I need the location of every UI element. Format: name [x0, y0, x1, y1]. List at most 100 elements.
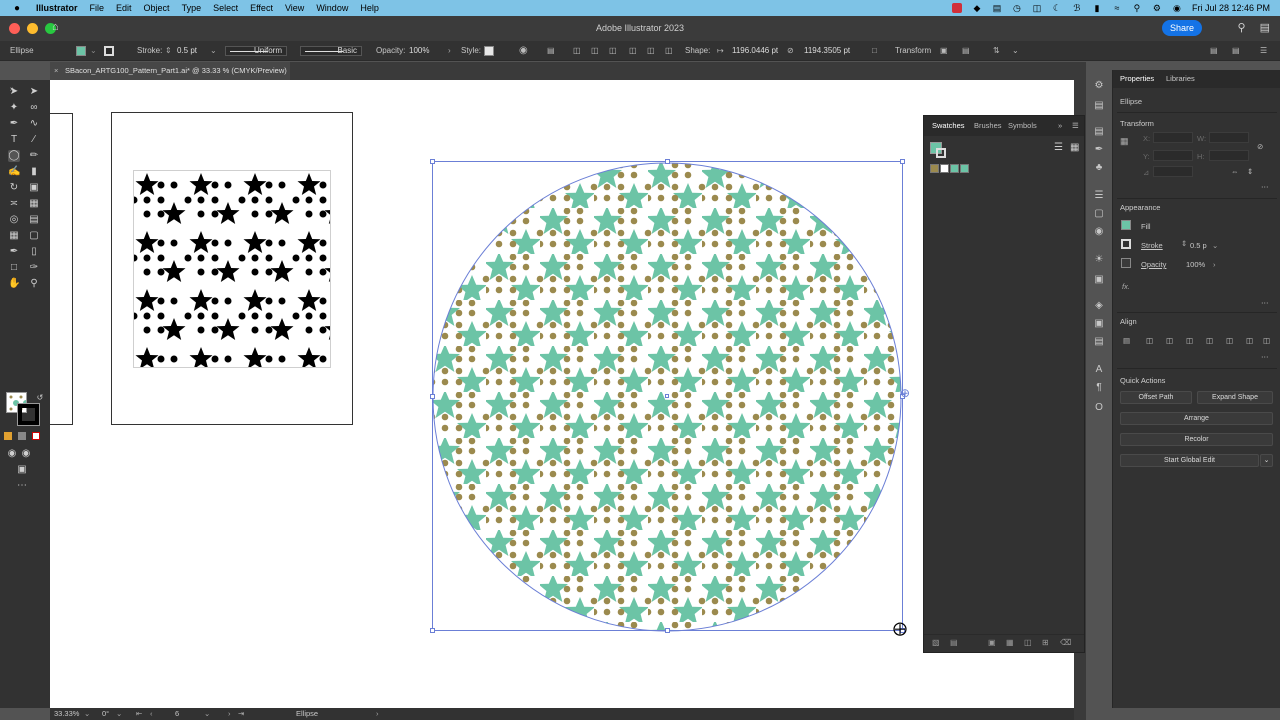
- align-center-icon[interactable]: ◫: [591, 41, 599, 61]
- close-tab-icon[interactable]: ×: [54, 62, 58, 80]
- menu-help[interactable]: Help: [354, 0, 385, 16]
- menu-effect[interactable]: Effect: [244, 0, 279, 16]
- free-transform-tool-icon[interactable]: ▦: [28, 198, 40, 210]
- pattern-swatch-3[interactable]: [950, 164, 959, 173]
- draw-normal-icon[interactable]: ◉: [6, 448, 18, 460]
- w-field[interactable]: [1209, 132, 1249, 143]
- opentype-dock-icon[interactable]: O: [1093, 402, 1105, 414]
- stroke-indicator[interactable]: [17, 403, 40, 426]
- swatches-menu-icon[interactable]: ☰: [1072, 116, 1079, 136]
- panel-align-top-icon[interactable]: ◫: [1206, 336, 1213, 345]
- panel-menu-icon[interactable]: ☰: [1260, 41, 1267, 61]
- width-tool-icon[interactable]: ≍: [8, 198, 20, 210]
- notes-icon[interactable]: ▤: [992, 3, 1002, 13]
- shape-width-field[interactable]: 1196.0446 pt: [729, 41, 781, 61]
- menu-app[interactable]: Illustrator: [30, 0, 84, 16]
- stroke-stepper-icon-panel[interactable]: ⇕: [1181, 239, 1187, 248]
- direct-selection-tool-icon[interactable]: ➤: [28, 86, 40, 98]
- time-machine-icon[interactable]: ◷: [1012, 3, 1022, 13]
- opacity-arrow-icon-panel[interactable]: ›: [1213, 260, 1216, 269]
- panel-align-left-icon[interactable]: ◫: [1146, 336, 1153, 345]
- dropbox-icon[interactable]: ◆: [972, 3, 982, 13]
- first-artboard-icon[interactable]: ⇤: [136, 708, 142, 720]
- scale-strokes-icon[interactable]: ⇅: [993, 41, 1000, 61]
- artboards-dock-icon[interactable]: ▣: [1093, 318, 1105, 330]
- menu-window[interactable]: Window: [310, 0, 354, 16]
- align-right-icon[interactable]: ◫: [609, 41, 617, 61]
- shaper-tool-icon[interactable]: ✍: [8, 166, 20, 178]
- brush-definition[interactable]: Basic: [300, 46, 362, 56]
- panel-distribute-icon[interactable]: ◫: [1263, 336, 1270, 345]
- y-field[interactable]: [1153, 150, 1193, 161]
- shape-height-field[interactable]: 1194.3505 pt: [801, 41, 853, 61]
- stroke-stepper-icon[interactable]: ⇕: [165, 41, 172, 61]
- new-swatch-icon[interactable]: ⊞: [1042, 638, 1049, 647]
- symbols-dock-icon[interactable]: ♣: [1093, 162, 1105, 174]
- variable-width-profile[interactable]: Uniform: [225, 46, 287, 56]
- paintbrush-tool-icon[interactable]: ✏: [28, 150, 40, 162]
- start-global-edit-button[interactable]: Start Global Edit: [1120, 454, 1259, 467]
- align-middle-icon[interactable]: ◫: [647, 41, 655, 61]
- panel-align-right-icon[interactable]: ◫: [1186, 336, 1193, 345]
- stroke-weight-field[interactable]: 0.5 pt: [174, 41, 200, 61]
- edit-toolbar-icon[interactable]: ⋯: [16, 480, 28, 492]
- link-proportions-icon[interactable]: ⊘: [1257, 142, 1263, 151]
- panel-align-bottom-icon[interactable]: ◫: [1246, 336, 1253, 345]
- curvature-tool-icon[interactable]: ∿: [28, 118, 40, 130]
- swatch-options-icon[interactable]: ▣: [988, 638, 996, 647]
- dashboard-icon[interactable]: ◫: [1032, 3, 1042, 13]
- stroke-swatch[interactable]: [104, 46, 114, 56]
- recolor-button[interactable]: Recolor: [1120, 433, 1273, 446]
- artboard-tool-icon[interactable]: □: [8, 262, 20, 274]
- tab-symbols[interactable]: Symbols: [1008, 116, 1037, 136]
- transparency-dock-icon[interactable]: ◉: [1093, 226, 1105, 238]
- align-to-icon[interactable]: ▤: [547, 41, 555, 61]
- libraries-dock-icon[interactable]: ▤: [1093, 100, 1105, 112]
- current-stroke-swatch[interactable]: [936, 148, 946, 158]
- magic-wand-tool-icon[interactable]: ✦: [8, 102, 20, 114]
- artboard-number[interactable]: 6: [175, 708, 179, 720]
- document-tab[interactable]: × SBacon_ARTG100_Pattern_Part1.ai* @ 33.…: [50, 62, 290, 80]
- graphic-styles-dock-icon[interactable]: ▣: [1093, 274, 1105, 286]
- shape-builder-tool-icon[interactable]: ◎: [8, 214, 20, 226]
- hand-tool-icon[interactable]: ✋: [8, 278, 20, 290]
- perspective-grid-tool-icon[interactable]: ▤: [28, 214, 40, 226]
- align-top-icon[interactable]: ◫: [629, 41, 637, 61]
- resize-handle-bl[interactable]: [430, 628, 435, 633]
- layers-dock-icon[interactable]: ▤: [1093, 126, 1105, 138]
- stroke-dock-icon[interactable]: ☰: [1093, 190, 1105, 202]
- fill-dropdown-icon[interactable]: ⌄: [90, 41, 97, 61]
- new-color-group-icon[interactable]: ▦: [1006, 638, 1014, 647]
- control-center-icon[interactable]: ⚙: [1152, 3, 1162, 13]
- bounding-box-icon[interactable]: □: [872, 41, 877, 61]
- arrange-button[interactable]: Arrange: [1120, 412, 1273, 425]
- tab-brushes[interactable]: Brushes: [974, 116, 1002, 136]
- align-left-icon[interactable]: ◫: [573, 41, 581, 61]
- graphic-style-swatch[interactable]: [484, 46, 494, 56]
- opacity-arrow-icon[interactable]: ›: [448, 41, 451, 61]
- menu-view[interactable]: View: [279, 0, 310, 16]
- live-shape-widget-icon[interactable]: ⊕: [900, 386, 910, 400]
- eyedropper-tool-icon[interactable]: ✒: [8, 246, 20, 258]
- menu-type[interactable]: Type: [176, 0, 208, 16]
- recolor-artwork-icon[interactable]: ◉: [519, 41, 528, 61]
- zoom-level[interactable]: 33.33%: [54, 708, 79, 720]
- expand-shape-button[interactable]: Expand Shape: [1197, 391, 1273, 404]
- flip-horizontal-icon[interactable]: ⇔: [1231, 167, 1239, 176]
- artboard-dropdown-icon[interactable]: ⌄: [204, 708, 210, 720]
- appearance-stroke-value[interactable]: 0.5 p: [1190, 241, 1207, 250]
- last-artboard-icon[interactable]: ⇥: [238, 708, 244, 720]
- align-to-selection-icon[interactable]: ▤: [1123, 336, 1130, 345]
- delete-swatch-icon[interactable]: ⌫: [1060, 638, 1071, 647]
- apple-menu-icon[interactable]: ●: [8, 3, 26, 14]
- menu-object[interactable]: Object: [138, 0, 176, 16]
- appearance-stroke-label[interactable]: Stroke: [1141, 241, 1163, 250]
- artboard-partial[interactable]: [50, 113, 73, 425]
- collapse-panel-icon[interactable]: »: [1058, 116, 1062, 136]
- align-more-icon[interactable]: ⋯: [1261, 352, 1269, 361]
- rotate-tool-icon[interactable]: ↻: [8, 182, 20, 194]
- scale-tool-icon[interactable]: ▣: [28, 182, 40, 194]
- arrange-documents-icon[interactable]: ▤: [1210, 41, 1218, 61]
- show-kinds-icon[interactable]: ▤: [950, 638, 958, 647]
- bluetooth-icon[interactable]: ℬ: [1072, 3, 1082, 13]
